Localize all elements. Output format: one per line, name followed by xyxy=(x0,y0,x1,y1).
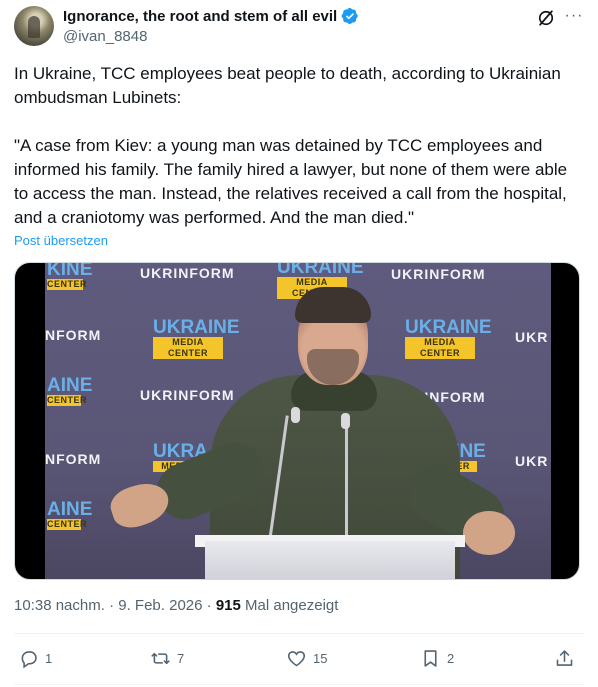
microphone-icon xyxy=(291,407,300,423)
heart-icon xyxy=(287,650,306,666)
watermark: UKR xyxy=(515,453,549,469)
share-icon xyxy=(556,649,573,666)
bookmark-count: 2 xyxy=(447,650,455,666)
verified-badge-icon xyxy=(341,7,358,25)
author-avatar[interactable] xyxy=(14,6,54,46)
reply-button[interactable]: 1 xyxy=(18,640,52,676)
post-meta: 10:38 nachm. · 9. Feb. 2026 · 915 Mal an… xyxy=(14,597,338,614)
backdrop-logo-sub: CENTER xyxy=(47,279,88,290)
post-header: Ignorance, the root and stem of all evil… xyxy=(14,6,584,50)
tweet-paragraph: In Ukraine, TCC employees beat people to… xyxy=(14,64,561,107)
action-bar: 1 7 15 2 xyxy=(14,640,584,676)
microphone-icon xyxy=(341,413,350,429)
watermark: NFORM xyxy=(45,327,102,343)
post-time[interactable]: 10:38 nachm. xyxy=(14,597,105,614)
backdrop-logo-word: AINE xyxy=(47,375,93,396)
backdrop-logo-word: UKRAINE xyxy=(153,317,240,338)
backdrop-logo-sub: MEDIA CENTER xyxy=(153,337,223,359)
reply-count: 1 xyxy=(45,650,53,666)
backdrop-logo: KINE CENTER xyxy=(47,263,92,290)
backdrop-logo-sub: CENTER xyxy=(47,395,88,406)
watermark: UKRINFORM xyxy=(140,265,235,281)
backdrop-logo: UKRAINE MEDIA CENTER xyxy=(405,318,492,359)
repost-button[interactable]: 7 xyxy=(150,640,184,676)
more-dots-icon[interactable]: ··· xyxy=(564,8,584,28)
reply-icon xyxy=(21,650,37,668)
backdrop-logo-word: UKRAINE xyxy=(277,263,364,278)
meta-separator: · xyxy=(109,597,115,614)
author-names: Ignorance, the root and stem of all evil… xyxy=(63,7,359,45)
grok-icon[interactable] xyxy=(536,8,556,28)
share-button[interactable] xyxy=(554,640,575,676)
lectern xyxy=(205,541,455,579)
watermark: UKRINFORM xyxy=(140,387,235,403)
tweet-paragraph: "A case from Kiev: a young man was detai… xyxy=(14,136,568,227)
bookmark-button[interactable]: 2 xyxy=(420,640,454,676)
bookmark-icon xyxy=(424,649,437,667)
backdrop-logo-sub: CENTER xyxy=(47,519,88,530)
author-handle[interactable]: @ivan_8848 xyxy=(63,28,359,45)
repost-count: 7 xyxy=(177,650,185,666)
tweet-text: In Ukraine, TCC employees beat people to… xyxy=(14,62,584,230)
watermark: UKRINFORM xyxy=(391,266,486,282)
press-conference-photo: KINE CENTER UKRINFORM UKRAINE MEDIA CENT… xyxy=(45,263,551,579)
watermark: NFORM xyxy=(45,451,102,467)
backdrop-logo: AINE CENTER xyxy=(47,500,92,530)
post-date[interactable]: 9. Feb. 2026 xyxy=(118,597,202,614)
backdrop-logo: AINE CENTER xyxy=(47,376,92,406)
divider xyxy=(14,633,584,634)
backdrop-logo-sub: MEDIA CENTER xyxy=(405,337,475,359)
microphone-stand xyxy=(345,423,348,541)
watermark: UKR xyxy=(515,329,549,345)
view-count-label: Mal angezeigt xyxy=(245,597,339,614)
backdrop-logo-word: AINE xyxy=(47,499,93,520)
like-count: 15 xyxy=(313,650,328,666)
speaker-hair xyxy=(295,287,371,323)
backdrop-logo: UKRAINE MEDIA CENTER xyxy=(153,318,240,359)
divider xyxy=(14,684,584,685)
speaker-hand xyxy=(463,511,515,555)
backdrop-logo-word: KINE xyxy=(47,263,93,280)
like-button[interactable]: 15 xyxy=(286,640,327,676)
view-count: 915 xyxy=(215,597,241,614)
repost-icon xyxy=(151,652,170,664)
translate-post-link[interactable]: Post übersetzen xyxy=(14,233,108,248)
backdrop-logo-word: UKRAINE xyxy=(405,317,492,338)
author-display-name[interactable]: Ignorance, the root and stem of all evil xyxy=(63,8,337,25)
display-name-row: Ignorance, the root and stem of all evil xyxy=(63,7,359,25)
meta-separator: · xyxy=(206,597,212,614)
post-media[interactable]: KINE CENTER UKRINFORM UKRAINE MEDIA CENT… xyxy=(14,262,580,580)
